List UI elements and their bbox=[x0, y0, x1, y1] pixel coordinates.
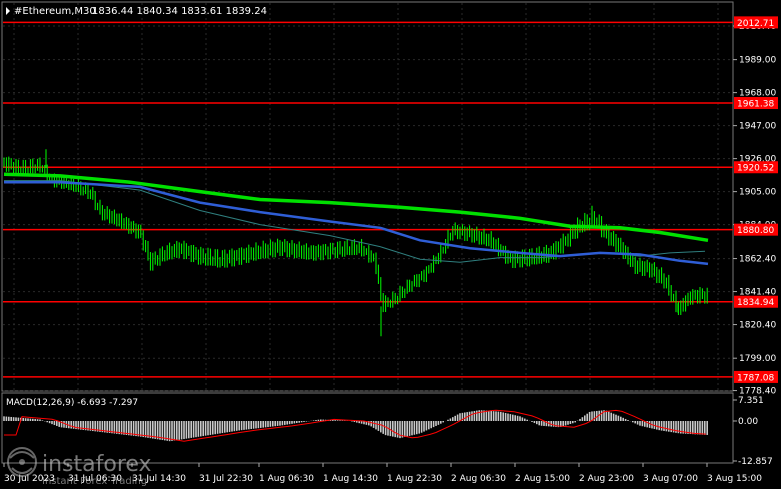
time-label: 3 Aug 15:00 bbox=[707, 474, 762, 484]
level-label-4: 1834.94 bbox=[737, 298, 774, 308]
price-tick-label: 1989.00 bbox=[739, 56, 776, 66]
level-label-1: 1961.38 bbox=[737, 100, 774, 110]
symbol-label: #Ethereum,M30 bbox=[14, 6, 96, 17]
price-tick-label: 1947.00 bbox=[739, 122, 776, 132]
time-label: 1 Aug 06:30 bbox=[259, 474, 314, 484]
level-label-0: 2012.71 bbox=[737, 19, 774, 29]
price-tick-label: 1862.40 bbox=[739, 255, 776, 265]
level-label-5: 1787.08 bbox=[737, 373, 774, 383]
macd-tick-label: -12.857 bbox=[738, 457, 773, 467]
time-label: 3 Aug 07:00 bbox=[643, 474, 698, 484]
price-tick-label: 1799.00 bbox=[739, 354, 776, 364]
macd-tick-label: 0.00 bbox=[738, 417, 758, 427]
price-chart[interactable]: 2010.401989.001968.001947.001926.001905.… bbox=[0, 0, 781, 489]
watermark-brand: instaforex bbox=[42, 452, 152, 477]
ohlc-values: 1836.44 1840.34 1833.61 1839.24 bbox=[92, 6, 267, 17]
macd-tick-label: 7.351 bbox=[738, 396, 764, 406]
price-tick-label: 1820.40 bbox=[739, 321, 776, 331]
price-tick-label: 1905.00 bbox=[739, 188, 776, 198]
time-label: 2 Aug 23:00 bbox=[579, 474, 634, 484]
macd-label: MACD(12,26,9) -6.693 -7.297 bbox=[6, 398, 138, 408]
chart-header: #Ethereum,M30 1836.44 1840.34 1833.61 18… bbox=[6, 6, 267, 17]
level-label-2: 1920.52 bbox=[737, 164, 774, 174]
time-label: 1 Aug 14:30 bbox=[323, 474, 378, 484]
watermark-tagline: Instant Forex Trading bbox=[42, 476, 147, 487]
time-label: 2 Aug 15:00 bbox=[515, 474, 570, 484]
time-label: 31 Jul 22:30 bbox=[199, 474, 253, 484]
time-label: 2 Aug 06:30 bbox=[451, 474, 506, 484]
chart-background bbox=[0, 0, 781, 489]
level-label-3: 1880.80 bbox=[737, 226, 774, 236]
time-label: 1 Aug 22:30 bbox=[387, 474, 442, 484]
